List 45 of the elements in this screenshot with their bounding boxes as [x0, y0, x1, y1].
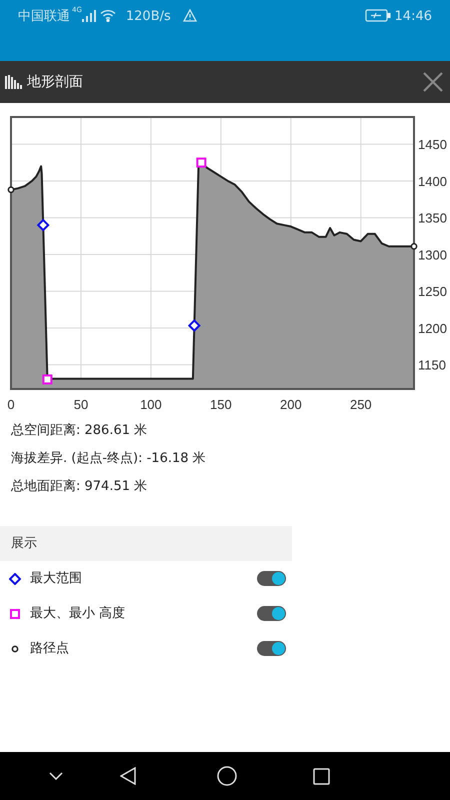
square-icon: [9, 608, 21, 620]
carrier-text: 中国联通: [18, 8, 70, 26]
bar-chart-icon: [5, 75, 23, 89]
clock-text: 14:46: [394, 8, 432, 26]
y-tick-label: 1200: [418, 320, 447, 336]
y-tick-label: 1350: [418, 210, 447, 226]
chevron-down-icon[interactable]: [49, 772, 63, 780]
x-tick-label: 250: [350, 397, 372, 412]
x-tick-label: 100: [140, 397, 162, 412]
square-marker: [42, 374, 52, 384]
diamond-marker: [36, 218, 50, 232]
diamond-icon: [9, 572, 21, 584]
option-label: 路径点: [30, 640, 69, 658]
option-label: 最大范围: [30, 570, 82, 588]
circle-marker: [8, 186, 14, 194]
square-marker: [196, 158, 206, 168]
toggle-switch[interactable]: [257, 571, 286, 586]
diamond-marker: [188, 319, 201, 332]
toggle-switch[interactable]: [257, 641, 286, 656]
back-icon[interactable]: [120, 767, 136, 785]
circle-icon: [9, 642, 21, 654]
x-tick-label: 150: [210, 397, 232, 412]
stat-text: 总地面距离: 974.51 米: [11, 478, 148, 496]
speed-text: 120B/s: [126, 8, 171, 26]
section-title: 展示: [11, 534, 37, 553]
y-tick-label: 1150: [418, 358, 446, 373]
x-tick-label: 0: [7, 397, 15, 412]
stat-text: 海拔差异. (起点-终点): -16.18 米: [11, 450, 207, 468]
x-tick-label: 200: [280, 397, 302, 412]
circle-marker: [410, 243, 418, 250]
recents-icon[interactable]: [313, 768, 330, 784]
y-tick-label: 1450: [418, 137, 447, 152]
signal-icon: [82, 10, 96, 22]
home-icon[interactable]: [217, 766, 237, 786]
window-title: 地形剖面: [27, 72, 83, 92]
battery-icon: [364, 9, 391, 22]
wifi-icon: [100, 9, 116, 22]
x-tick-label: 50: [74, 397, 88, 412]
warning-icon: [182, 9, 197, 22]
option-label: 最大、最小 高度: [30, 604, 126, 623]
y-tick-label: 1250: [418, 284, 447, 300]
y-tick-label: 1400: [418, 174, 447, 189]
stat-text: 总空间距离: 286.61 米: [11, 422, 148, 440]
toggle-switch[interactable]: [257, 606, 286, 621]
y-tick-label: 1300: [418, 247, 447, 262]
